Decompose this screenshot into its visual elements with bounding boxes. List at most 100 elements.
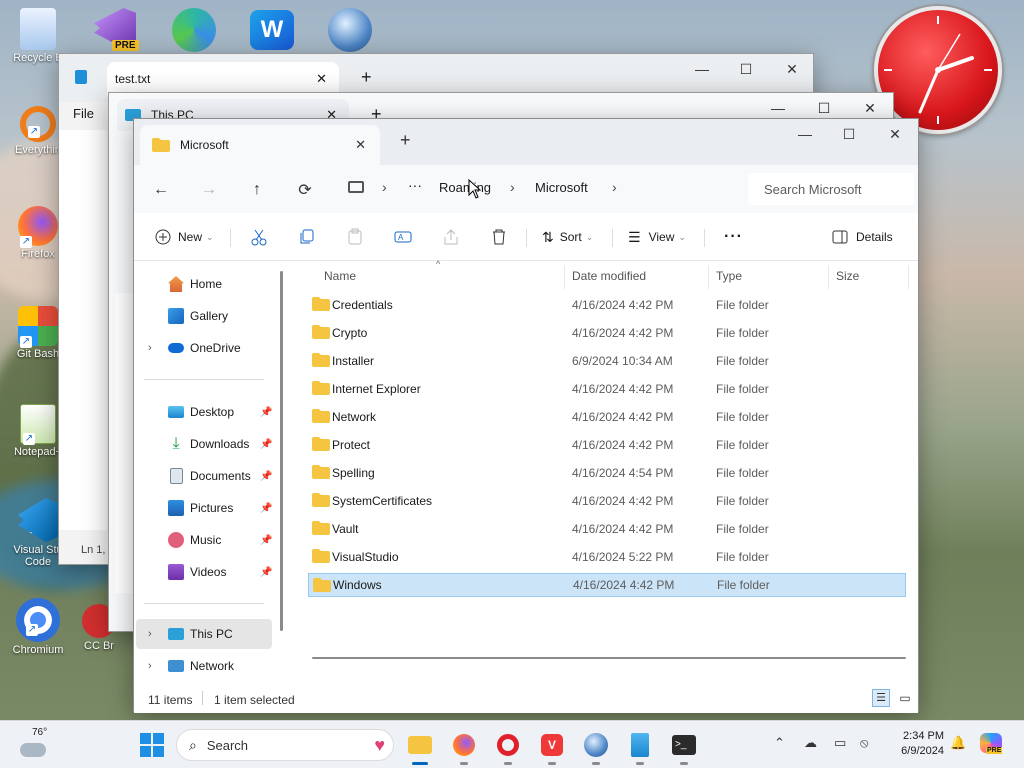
copy-button[interactable] bbox=[298, 225, 316, 249]
chevron-right-icon[interactable]: › bbox=[148, 660, 152, 672]
taskbar-vivaldi[interactable]: V bbox=[536, 729, 568, 765]
breadcrumb[interactable]: › ··· Roaming › Microsoft › bbox=[334, 165, 734, 213]
notepad-menu-file[interactable]: File bbox=[73, 106, 94, 121]
taskbar-file-explorer[interactable] bbox=[404, 729, 436, 765]
taskbar-notepad[interactable] bbox=[624, 729, 656, 765]
taskbar-search[interactable]: ⌕ Search ♥ bbox=[176, 729, 394, 761]
nav-item-videos[interactable]: Videos 📌 bbox=[136, 557, 272, 587]
details-pane-button[interactable]: Details bbox=[832, 225, 893, 249]
column-header-type[interactable]: Type bbox=[716, 269, 742, 283]
column-divider[interactable] bbox=[908, 265, 909, 289]
table-row[interactable]: Protect 4/16/2024 4:42 PM File folder bbox=[308, 433, 906, 457]
chevron-right-icon[interactable]: › bbox=[612, 179, 617, 195]
minimize-icon[interactable]: — bbox=[679, 54, 725, 84]
nav-item-documents[interactable]: Documents 📌 bbox=[136, 461, 272, 491]
table-row[interactable]: Crypto 4/16/2024 4:42 PM File folder bbox=[308, 321, 906, 345]
cut-button[interactable] bbox=[250, 225, 268, 249]
edge-icon[interactable] bbox=[170, 6, 220, 54]
chevron-right-icon[interactable]: › bbox=[148, 342, 152, 354]
monitor-icon[interactable] bbox=[348, 181, 364, 193]
chevron-right-icon[interactable]: › bbox=[510, 179, 515, 195]
column-header-size[interactable]: Size bbox=[836, 269, 859, 283]
breadcrumb-roaming[interactable]: Roaming bbox=[439, 180, 491, 195]
pin-icon[interactable]: 📌 bbox=[260, 535, 272, 546]
table-row[interactable]: Windows 4/16/2024 4:42 PM File folder bbox=[308, 573, 906, 597]
close-icon[interactable]: ✕ bbox=[769, 54, 815, 84]
close-icon[interactable]: ✕ bbox=[316, 71, 327, 87]
forward-arrow-icon[interactable]: → bbox=[194, 175, 224, 205]
column-divider[interactable] bbox=[564, 265, 565, 289]
table-row[interactable]: Credentials 4/16/2024 4:42 PM File folder bbox=[308, 293, 906, 317]
nav-item-network[interactable]: › Network bbox=[136, 651, 272, 681]
new-button[interactable]: New ⌄ bbox=[154, 225, 214, 249]
delete-button[interactable] bbox=[490, 225, 508, 249]
nav-item-desktop[interactable]: Desktop 📌 bbox=[136, 397, 272, 427]
ie-icon[interactable] bbox=[326, 6, 376, 54]
taskbar-firefox[interactable] bbox=[448, 729, 480, 765]
breadcrumb-microsoft[interactable]: Microsoft bbox=[535, 180, 588, 195]
notepad-editor[interactable] bbox=[59, 130, 107, 530]
chevron-right-icon[interactable]: › bbox=[148, 628, 152, 640]
nav-item-gallery[interactable]: Gallery bbox=[136, 301, 272, 331]
table-row[interactable]: Network 4/16/2024 4:42 PM File folder bbox=[308, 405, 906, 429]
taskbar-terminal[interactable]: >_ bbox=[668, 729, 700, 765]
column-divider[interactable] bbox=[708, 265, 709, 289]
taskbar-opera[interactable] bbox=[492, 729, 524, 765]
search-input[interactable]: Search Microsoft bbox=[748, 173, 914, 205]
close-icon[interactable]: ✕ bbox=[355, 137, 366, 153]
notepad-tab[interactable]: test.txt ✕ bbox=[107, 62, 339, 96]
nav-item-downloads[interactable]: ⤓ Downloads 📌 bbox=[136, 429, 272, 459]
explorer-window[interactable]: Microsoft ✕ + — ☐ ✕ ← → ↑ ⟳ › ··· Roamin… bbox=[133, 118, 919, 713]
share-button[interactable] bbox=[442, 225, 460, 249]
table-row[interactable]: Vault 4/16/2024 4:42 PM File folder bbox=[308, 517, 906, 541]
column-header-date[interactable]: Date modified bbox=[572, 269, 646, 283]
new-tab-plus-icon[interactable]: + bbox=[400, 131, 411, 149]
new-tab-plus-icon[interactable]: + bbox=[361, 68, 372, 86]
up-arrow-icon[interactable]: ↑ bbox=[242, 175, 272, 205]
table-row[interactable]: Installer 6/9/2024 10:34 AM File folder bbox=[308, 349, 906, 373]
details-view-icon[interactable]: ☰ bbox=[872, 689, 890, 707]
nav-item-music[interactable]: Music 📌 bbox=[136, 525, 272, 555]
wps-icon[interactable]: W bbox=[248, 6, 298, 54]
pin-icon[interactable]: 📌 bbox=[260, 439, 272, 450]
pin-icon[interactable]: 📌 bbox=[260, 407, 272, 418]
pin-icon[interactable]: 📌 bbox=[260, 471, 272, 482]
chevron-up-icon[interactable]: ⌃ bbox=[774, 735, 785, 751]
nav-item-home[interactable]: Home bbox=[136, 269, 272, 299]
copilot-button[interactable]: PRE bbox=[980, 733, 1004, 757]
column-divider[interactable] bbox=[828, 265, 829, 289]
explorer-tabbar[interactable]: Microsoft ✕ + — ☐ ✕ bbox=[134, 119, 918, 165]
refresh-icon[interactable]: ⟳ bbox=[290, 175, 320, 205]
rename-button[interactable]: A bbox=[394, 225, 412, 249]
weather-widget[interactable]: 76° bbox=[16, 727, 56, 763]
more-options-button[interactable]: ··· bbox=[724, 225, 743, 249]
large-icons-view-icon[interactable]: ▭ bbox=[896, 689, 914, 707]
volume-icon[interactable]: ⦸ bbox=[860, 735, 868, 751]
taskbar-ie[interactable] bbox=[580, 729, 612, 765]
sort-button[interactable]: ⇅ Sort ⌄ bbox=[542, 225, 593, 249]
view-button[interactable]: ☰ View ⌄ bbox=[628, 225, 686, 249]
table-row[interactable]: VisualStudio 4/16/2024 5:22 PM File folder bbox=[308, 545, 906, 569]
close-icon[interactable]: ✕ bbox=[872, 119, 918, 149]
back-arrow-icon[interactable]: ← bbox=[146, 175, 176, 205]
maximize-icon[interactable]: ☐ bbox=[826, 119, 872, 149]
visual-studio-preview-icon[interactable]: PRE bbox=[92, 6, 142, 54]
start-button[interactable] bbox=[136, 729, 168, 761]
horizontal-scrollbar[interactable] bbox=[312, 657, 906, 659]
pin-icon[interactable]: 📌 bbox=[260, 567, 272, 578]
maximize-icon[interactable]: ☐ bbox=[723, 54, 769, 84]
pin-icon[interactable]: 📌 bbox=[260, 503, 272, 514]
network-icon[interactable]: ▭ bbox=[834, 735, 846, 751]
table-row[interactable]: Internet Explorer 4/16/2024 4:42 PM File f… bbox=[308, 377, 906, 401]
minimize-icon[interactable]: — bbox=[782, 119, 828, 149]
table-row[interactable]: Spelling 4/16/2024 4:54 PM File folder bbox=[308, 461, 906, 485]
nav-item-thispc[interactable]: › This PC bbox=[136, 619, 272, 649]
paste-button[interactable] bbox=[346, 225, 364, 249]
onedrive-sync-icon[interactable]: ☁ bbox=[804, 735, 817, 751]
breadcrumb-more-icon[interactable]: ··· bbox=[408, 177, 422, 193]
chevron-right-icon[interactable]: › bbox=[382, 179, 387, 195]
nav-scrollbar[interactable] bbox=[280, 271, 283, 631]
explorer-tab[interactable]: Microsoft ✕ bbox=[140, 125, 380, 165]
column-header-name[interactable]: Name bbox=[324, 269, 356, 283]
notification-bell-icon[interactable]: 🔔 bbox=[950, 735, 966, 751]
